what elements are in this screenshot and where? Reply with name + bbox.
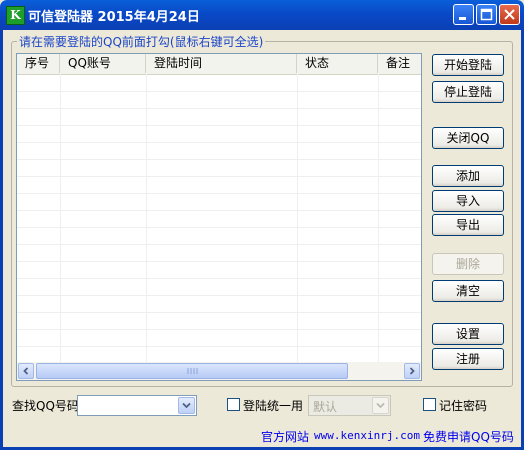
grid-row-line bbox=[17, 244, 421, 245]
export-button[interactable]: 导出 bbox=[432, 214, 504, 236]
scroll-left-button[interactable] bbox=[18, 363, 34, 379]
grid-column-line bbox=[297, 74, 298, 362]
import-button[interactable]: 导入 bbox=[432, 190, 504, 212]
grid-row-line bbox=[17, 312, 421, 313]
window-title: 可信登陆器 2015年4月24日 bbox=[28, 10, 200, 25]
grip-icon bbox=[187, 368, 198, 374]
minimize-button[interactable] bbox=[453, 4, 474, 25]
scroll-thumb[interactable] bbox=[36, 363, 348, 379]
grid-row-line bbox=[17, 295, 421, 296]
grid-row-line bbox=[17, 329, 421, 330]
list-header: 序号 QQ账号 登陆时间 状态 备注 bbox=[17, 54, 421, 75]
grid-row-line bbox=[17, 125, 421, 126]
stop-login-button[interactable]: 停止登陆 bbox=[432, 81, 504, 103]
column-header-qq[interactable]: QQ账号 bbox=[60, 54, 146, 73]
column-header-status[interactable]: 状态 bbox=[297, 54, 378, 73]
chevron-down-icon bbox=[376, 402, 385, 409]
grid-row-line bbox=[17, 91, 421, 92]
grid-row-line bbox=[17, 210, 421, 211]
search-label: 查找QQ号码 bbox=[12, 399, 79, 413]
chevron-right-icon bbox=[409, 367, 415, 375]
grid-row-line bbox=[17, 346, 421, 347]
search-qq-dropdown-button[interactable] bbox=[178, 397, 195, 414]
account-list[interactable]: 序号 QQ账号 登陆时间 状态 备注 bbox=[16, 53, 422, 381]
free-qq-apply-link[interactable]: 免费申请QQ号码 bbox=[423, 428, 514, 445]
close-button[interactable] bbox=[499, 4, 520, 25]
unify-login-select-value: 默认 bbox=[313, 400, 338, 414]
title-bar[interactable]: K 可信登陆器 2015年4月24日 bbox=[0, 0, 524, 30]
column-header-note[interactable]: 备注 bbox=[378, 54, 421, 73]
chevron-down-icon bbox=[182, 402, 191, 409]
chevron-left-icon bbox=[23, 367, 29, 375]
grid-row-line bbox=[17, 108, 421, 109]
grid-column-line bbox=[378, 74, 379, 362]
remember-password-checkbox[interactable] bbox=[423, 398, 436, 411]
search-qq-combobox[interactable] bbox=[77, 395, 197, 416]
grid-row-line bbox=[17, 261, 421, 262]
grid-column-line bbox=[146, 74, 147, 362]
grid-row-line bbox=[17, 176, 421, 177]
add-button[interactable]: 添加 bbox=[432, 165, 504, 187]
minimize-icon bbox=[459, 17, 466, 20]
register-button[interactable]: 注册 bbox=[432, 348, 504, 370]
unify-login-select[interactable]: 默认 bbox=[308, 395, 391, 416]
app-icon: K bbox=[6, 6, 25, 25]
horizontal-scrollbar[interactable] bbox=[17, 362, 421, 380]
official-site-link[interactable]: www.kenxinrj.com bbox=[314, 429, 420, 442]
close-qq-button[interactable]: 关闭QQ bbox=[432, 127, 504, 149]
column-header-index[interactable]: 序号 bbox=[17, 54, 60, 73]
grid-row-line bbox=[17, 193, 421, 194]
unify-login-label[interactable]: 登陆统一用 bbox=[243, 397, 303, 414]
column-header-login-time[interactable]: 登陆时间 bbox=[146, 54, 297, 73]
maximize-button[interactable] bbox=[476, 4, 497, 25]
unify-login-checkbox[interactable] bbox=[227, 398, 240, 411]
clear-button[interactable]: 清空 bbox=[432, 280, 504, 302]
grid-row-line bbox=[17, 278, 421, 279]
maximize-icon bbox=[480, 8, 493, 21]
remember-password-label[interactable]: 记住密码 bbox=[439, 397, 487, 414]
grid-row-line bbox=[17, 142, 421, 143]
grid-row-line bbox=[17, 159, 421, 160]
start-login-button[interactable]: 开始登陆 bbox=[432, 54, 504, 76]
official-site-label[interactable]: 官方网站 bbox=[261, 428, 309, 445]
close-icon bbox=[504, 9, 515, 20]
settings-button[interactable]: 设置 bbox=[432, 323, 504, 345]
delete-button[interactable]: 删除 bbox=[432, 253, 504, 275]
unify-login-dropdown-button[interactable] bbox=[372, 397, 389, 414]
group-label: 请在需要登陆的QQ前面打勾(鼠标右键可全选) bbox=[17, 33, 266, 50]
scroll-right-button[interactable] bbox=[404, 363, 420, 379]
grid-column-line bbox=[60, 74, 61, 362]
grid-row-line bbox=[17, 227, 421, 228]
